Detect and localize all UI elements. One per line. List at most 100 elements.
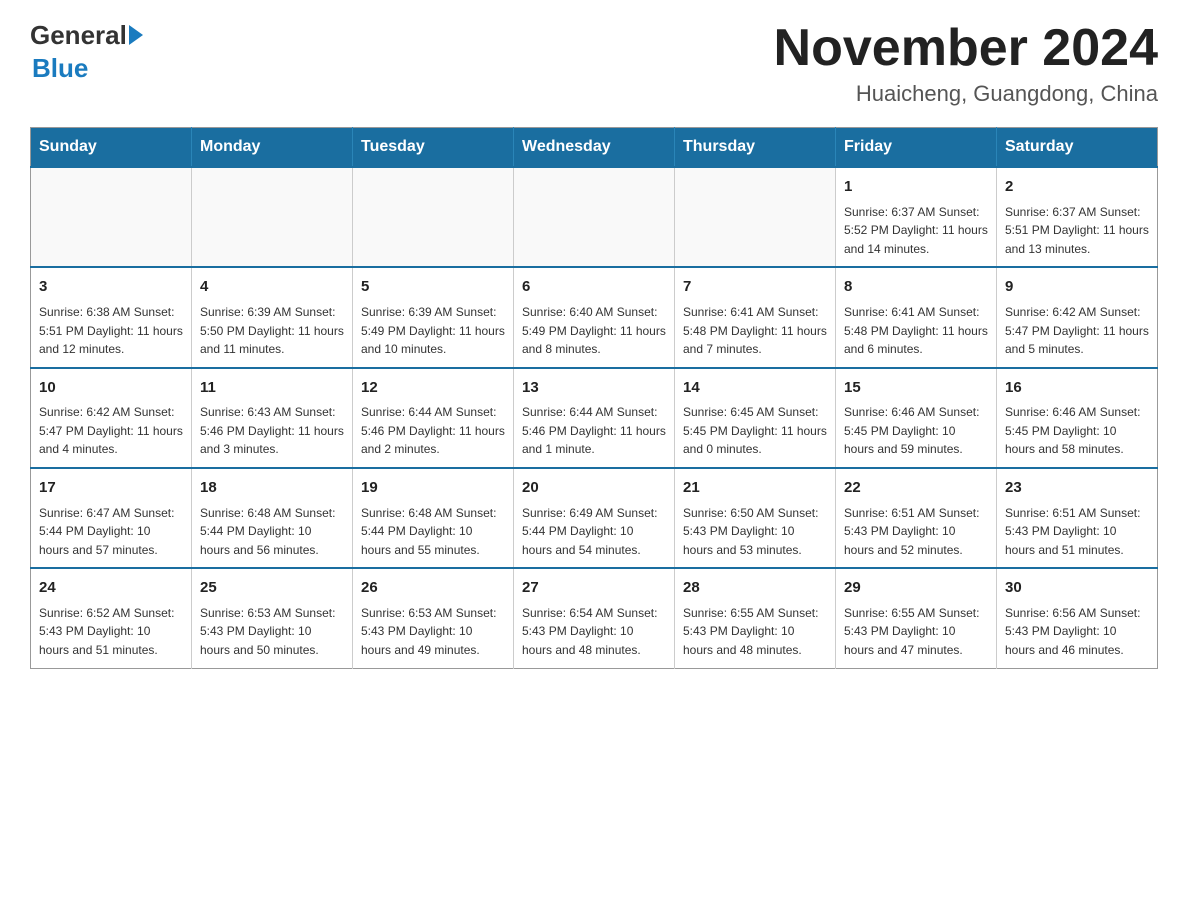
day-info: Sunrise: 6:52 AM Sunset: 5:43 PM Dayligh… (39, 604, 183, 660)
calendar-cell: 21 Sunrise: 6:50 AM Sunset: 5:43 PM Dayli… (675, 468, 836, 568)
day-info: Sunrise: 6:37 AM Sunset: 5:51 PM Dayligh… (1005, 203, 1149, 259)
calendar-cell: 13 Sunrise: 6:44 AM Sunset: 5:46 PM Dayli… (514, 368, 675, 468)
calendar-cell: 2 Sunrise: 6:37 AM Sunset: 5:51 PM Daylig… (997, 167, 1158, 267)
calendar-cell (192, 167, 353, 267)
calendar-cell: 7Sunrise: 6:41 AM Sunset: 5:48 PM Daylig… (675, 267, 836, 367)
calendar-table: Sunday Monday Tuesday Wednesday Thursday… (30, 127, 1158, 668)
day-number: 18 (200, 477, 344, 500)
day-number: 23 (1005, 477, 1149, 500)
month-title: November 2024 (774, 20, 1158, 77)
calendar-cell: 19 Sunrise: 6:48 AM Sunset: 5:44 PM Dayli… (353, 468, 514, 568)
calendar-cell (31, 167, 192, 267)
day-info: Sunrise: 6:37 AM Sunset: 5:52 PM Dayligh… (844, 203, 988, 259)
header-sunday: Sunday (31, 128, 192, 168)
calendar-cell: 28Sunrise: 6:55 AM Sunset: 5:43 PM Dayli… (675, 568, 836, 668)
day-info: Sunrise: 6:54 AM Sunset: 5:43 PM Dayligh… (522, 604, 666, 660)
calendar-cell: 3 Sunrise: 6:38 AM Sunset: 5:51 PM Daylig… (31, 267, 192, 367)
calendar-cell: 17Sunrise: 6:47 AM Sunset: 5:44 PM Dayli… (31, 468, 192, 568)
calendar-week-row: 24Sunrise: 6:52 AM Sunset: 5:43 PM Dayli… (31, 568, 1158, 668)
day-number: 6 (522, 276, 666, 299)
calendar-cell: 9 Sunrise: 6:42 AM Sunset: 5:47 PM Daylig… (997, 267, 1158, 367)
calendar-cell: 16 Sunrise: 6:46 AM Sunset: 5:45 PM Dayli… (997, 368, 1158, 468)
day-number: 4 (200, 276, 344, 299)
day-number: 29 (844, 577, 988, 600)
header-monday: Monday (192, 128, 353, 168)
day-number: 3 (39, 276, 183, 299)
day-info: Sunrise: 6:46 AM Sunset: 5:45 PM Dayligh… (1005, 403, 1149, 459)
header-thursday: Thursday (675, 128, 836, 168)
day-number: 25 (200, 577, 344, 600)
day-number: 26 (361, 577, 505, 600)
day-number: 7 (683, 276, 827, 299)
day-info: Sunrise: 6:42 AM Sunset: 5:47 PM Dayligh… (1005, 303, 1149, 359)
calendar-cell: 22 Sunrise: 6:51 AM Sunset: 5:43 PM Dayli… (836, 468, 997, 568)
header-wednesday: Wednesday (514, 128, 675, 168)
day-info: Sunrise: 6:41 AM Sunset: 5:48 PM Dayligh… (844, 303, 988, 359)
calendar-week-row: 1 Sunrise: 6:37 AM Sunset: 5:52 PM Daylig… (31, 167, 1158, 267)
calendar-cell: 6 Sunrise: 6:40 AM Sunset: 5:49 PM Daylig… (514, 267, 675, 367)
calendar-cell (353, 167, 514, 267)
logo: General Blue (30, 20, 143, 84)
location-subtitle: Huaicheng, Guangdong, China (774, 81, 1158, 107)
calendar-cell: 30Sunrise: 6:56 AM Sunset: 5:43 PM Dayli… (997, 568, 1158, 668)
day-info: Sunrise: 6:51 AM Sunset: 5:43 PM Dayligh… (1005, 504, 1149, 560)
day-info: Sunrise: 6:55 AM Sunset: 5:43 PM Dayligh… (844, 604, 988, 660)
day-number: 27 (522, 577, 666, 600)
day-info: Sunrise: 6:51 AM Sunset: 5:43 PM Dayligh… (844, 504, 988, 560)
calendar-cell: 20 Sunrise: 6:49 AM Sunset: 5:44 PM Dayli… (514, 468, 675, 568)
calendar-cell: 27 Sunrise: 6:54 AM Sunset: 5:43 PM Dayli… (514, 568, 675, 668)
calendar-cell: 24Sunrise: 6:52 AM Sunset: 5:43 PM Dayli… (31, 568, 192, 668)
day-number: 10 (39, 377, 183, 400)
day-info: Sunrise: 6:56 AM Sunset: 5:43 PM Dayligh… (1005, 604, 1149, 660)
calendar-cell (514, 167, 675, 267)
header-friday: Friday (836, 128, 997, 168)
calendar-cell: 10Sunrise: 6:42 AM Sunset: 5:47 PM Dayli… (31, 368, 192, 468)
day-number: 13 (522, 377, 666, 400)
day-info: Sunrise: 6:40 AM Sunset: 5:49 PM Dayligh… (522, 303, 666, 359)
day-number: 1 (844, 176, 988, 199)
weekday-header-row: Sunday Monday Tuesday Wednesday Thursday… (31, 128, 1158, 168)
calendar-cell: 1 Sunrise: 6:37 AM Sunset: 5:52 PM Daylig… (836, 167, 997, 267)
header-tuesday: Tuesday (353, 128, 514, 168)
calendar-week-row: 10Sunrise: 6:42 AM Sunset: 5:47 PM Dayli… (31, 368, 1158, 468)
day-info: Sunrise: 6:50 AM Sunset: 5:43 PM Dayligh… (683, 504, 827, 560)
day-number: 12 (361, 377, 505, 400)
day-info: Sunrise: 6:48 AM Sunset: 5:44 PM Dayligh… (361, 504, 505, 560)
calendar-cell: 4 Sunrise: 6:39 AM Sunset: 5:50 PM Daylig… (192, 267, 353, 367)
day-number: 20 (522, 477, 666, 500)
calendar-cell: 23 Sunrise: 6:51 AM Sunset: 5:43 PM Dayli… (997, 468, 1158, 568)
day-info: Sunrise: 6:45 AM Sunset: 5:45 PM Dayligh… (683, 403, 827, 459)
day-number: 22 (844, 477, 988, 500)
calendar-cell: 5Sunrise: 6:39 AM Sunset: 5:49 PM Daylig… (353, 267, 514, 367)
day-number: 19 (361, 477, 505, 500)
calendar-cell: 25 Sunrise: 6:53 AM Sunset: 5:43 PM Dayli… (192, 568, 353, 668)
day-number: 2 (1005, 176, 1149, 199)
day-number: 17 (39, 477, 183, 500)
day-number: 28 (683, 577, 827, 600)
calendar-cell: 29 Sunrise: 6:55 AM Sunset: 5:43 PM Dayli… (836, 568, 997, 668)
day-info: Sunrise: 6:53 AM Sunset: 5:43 PM Dayligh… (200, 604, 344, 660)
day-info: Sunrise: 6:44 AM Sunset: 5:46 PM Dayligh… (522, 403, 666, 459)
day-info: Sunrise: 6:44 AM Sunset: 5:46 PM Dayligh… (361, 403, 505, 459)
calendar-cell: 26 Sunrise: 6:53 AM Sunset: 5:43 PM Dayli… (353, 568, 514, 668)
day-number: 15 (844, 377, 988, 400)
page-header: General Blue November 2024 Huaicheng, Gu… (30, 20, 1158, 107)
day-number: 9 (1005, 276, 1149, 299)
day-info: Sunrise: 6:48 AM Sunset: 5:44 PM Dayligh… (200, 504, 344, 560)
logo-text: General (30, 20, 143, 51)
day-number: 16 (1005, 377, 1149, 400)
day-info: Sunrise: 6:49 AM Sunset: 5:44 PM Dayligh… (522, 504, 666, 560)
day-info: Sunrise: 6:53 AM Sunset: 5:43 PM Dayligh… (361, 604, 505, 660)
day-number: 21 (683, 477, 827, 500)
day-info: Sunrise: 6:39 AM Sunset: 5:50 PM Dayligh… (200, 303, 344, 359)
calendar-cell (675, 167, 836, 267)
day-number: 14 (683, 377, 827, 400)
header-saturday: Saturday (997, 128, 1158, 168)
calendar-cell: 15Sunrise: 6:46 AM Sunset: 5:45 PM Dayli… (836, 368, 997, 468)
calendar-cell: 11Sunrise: 6:43 AM Sunset: 5:46 PM Dayli… (192, 368, 353, 468)
day-number: 8 (844, 276, 988, 299)
calendar-cell: 8 Sunrise: 6:41 AM Sunset: 5:48 PM Daylig… (836, 267, 997, 367)
day-info: Sunrise: 6:38 AM Sunset: 5:51 PM Dayligh… (39, 303, 183, 359)
logo-blue: Blue (32, 53, 88, 84)
day-info: Sunrise: 6:39 AM Sunset: 5:49 PM Dayligh… (361, 303, 505, 359)
